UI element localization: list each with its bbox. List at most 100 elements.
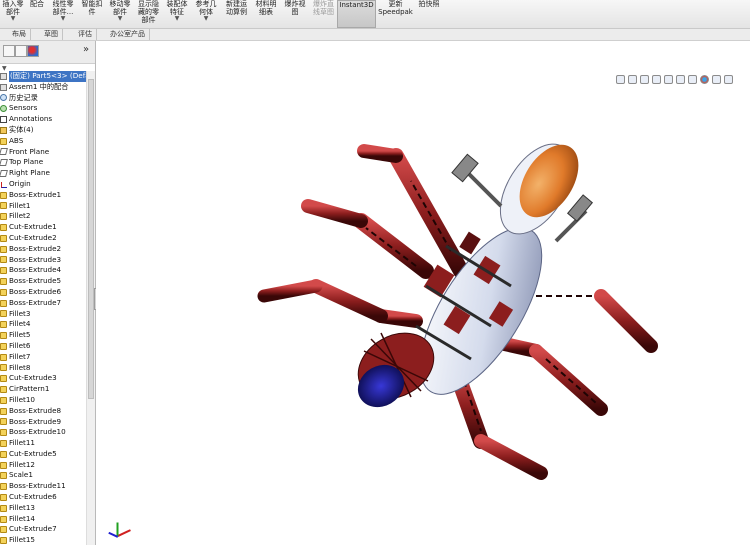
tree-item[interactable]: Fillet14: [0, 514, 86, 525]
command-tab[interactable]: 布局: [8, 29, 31, 40]
command-tab[interactable]: 评估: [74, 29, 97, 40]
tree-item[interactable]: ABS: [0, 136, 86, 147]
tree-item[interactable]: Cut-Extrude3: [0, 373, 86, 384]
appearance-tab-icon[interactable]: [27, 45, 39, 57]
tree-item[interactable]: Boss-Extrude4: [0, 265, 86, 276]
spider-robot-model[interactable]: [96, 41, 750, 545]
tree-item[interactable]: Boss-Extrude5: [0, 276, 86, 287]
zoom-area-icon[interactable]: [628, 75, 637, 84]
tree-item[interactable]: Fillet7: [0, 352, 86, 363]
tree-item[interactable]: Cut-Extrude2: [0, 233, 86, 244]
scrollbar-thumb[interactable]: [88, 79, 94, 399]
tree-item[interactable]: Fillet15: [0, 535, 86, 545]
ribbon-button[interactable]: 移动零 部件 ▼: [106, 0, 134, 28]
previous-view-icon[interactable]: [640, 75, 649, 84]
property-manager-tab-icon[interactable]: [15, 45, 27, 57]
leg-mid-right-upper[interactable]: [509, 289, 658, 353]
chevron-down-icon[interactable]: ▼: [175, 16, 180, 22]
tree-item[interactable]: Fillet1: [0, 201, 86, 212]
leg-mid-left-lower[interactable]: [257, 279, 423, 328]
tree-item[interactable]: Fillet11: [0, 438, 86, 449]
tree-item-label: Fillet12: [9, 459, 35, 469]
tree-item[interactable]: Boss-Extrude9: [0, 417, 86, 428]
tree-item[interactable]: Cut-Extrude7: [0, 524, 86, 535]
ribbon-button[interactable]: 装配体 特征 ▼: [163, 0, 191, 28]
tree-item[interactable]: Origin: [0, 179, 86, 190]
leg-mid-left-upper[interactable]: [301, 199, 434, 279]
ribbon-button[interactable]: 显示隐 藏的零 部件: [134, 0, 163, 28]
tree-item[interactable]: Boss-Extrude7: [0, 298, 86, 309]
tree-item[interactable]: Boss-Extrude6: [0, 287, 86, 298]
plane-icon: [0, 148, 8, 156]
tree-item[interactable]: Fillet5: [0, 330, 86, 341]
tree-item[interactable]: Cut-Extrude1: [0, 222, 86, 233]
tree-item[interactable]: Boss-Extrude1: [0, 190, 86, 201]
feat-icon: [0, 353, 7, 361]
ribbon-button[interactable]: Instant3D: [337, 0, 376, 28]
leg-rear-right[interactable]: [448, 363, 548, 480]
tree-item[interactable]: Boss-Extrude2: [0, 244, 86, 255]
chevron-down-icon[interactable]: ▼: [204, 16, 209, 22]
tree-item[interactable]: Fillet13: [0, 503, 86, 514]
tree-item[interactable]: Fillet6: [0, 341, 86, 352]
tree-item[interactable]: CirPattern1: [0, 384, 86, 395]
tree-item[interactable]: Boss-Extrude11: [0, 481, 86, 492]
feat-icon: [0, 267, 7, 275]
chevron-down-icon[interactable]: ▼: [118, 16, 123, 22]
tree-item-label: CirPattern1: [9, 384, 50, 394]
tree-item[interactable]: Fillet12: [0, 460, 86, 471]
view-settings-icon[interactable]: [724, 75, 733, 84]
ribbon-button[interactable]: 参考几 何体 ▼: [191, 0, 221, 28]
expand-panel-icon[interactable]: »: [83, 44, 89, 55]
ribbon-button[interactable]: 拍快照: [415, 0, 443, 28]
tree-item[interactable]: (固定) Part5<3> (Defa: [0, 71, 86, 82]
tree-item[interactable]: 历史记录: [0, 93, 86, 104]
tree-item[interactable]: Boss-Extrude3: [0, 255, 86, 266]
section-view-icon[interactable]: [652, 75, 661, 84]
tree-item[interactable]: Fillet2: [0, 211, 86, 222]
ribbon-button[interactable]: 插入零 部件 ▼: [0, 0, 26, 28]
view-orientation-icon[interactable]: [664, 75, 673, 84]
feat-icon: [0, 375, 7, 383]
tree-item[interactable]: Right Plane: [0, 168, 86, 179]
tree-item-label: (固定) Part5<3> (Defa: [9, 71, 86, 82]
ribbon-button[interactable]: 爆炸视 图: [280, 0, 310, 28]
tree-item[interactable]: Fillet4: [0, 319, 86, 330]
apply-scene-icon[interactable]: [712, 75, 721, 84]
robot-head[interactable]: [451, 132, 594, 246]
ribbon-button[interactable]: 新建运 动算例: [221, 0, 252, 28]
feat-icon: [0, 332, 7, 340]
graphics-viewport[interactable]: [96, 41, 750, 545]
tree-item[interactable]: Fillet8: [0, 363, 86, 374]
ribbon-button[interactable]: 线性零 部件... ▼: [48, 0, 78, 28]
tree-item[interactable]: Boss-Extrude10: [0, 427, 86, 438]
tree-item[interactable]: Fillet3: [0, 309, 86, 320]
chevron-down-icon[interactable]: ▼: [61, 16, 66, 22]
command-tab[interactable]: 草图: [40, 29, 63, 40]
leg-mid-right-lower[interactable]: [484, 334, 608, 416]
tree-item[interactable]: 实体(4): [0, 125, 86, 136]
tree-item[interactable]: Boss-Extrude8: [0, 406, 86, 417]
feature-tree: (固定) Part5<3> (Defa Assem1 中的配合 历史记录 Sensor…: [0, 71, 86, 545]
tree-item[interactable]: Fillet10: [0, 395, 86, 406]
chevron-down-icon[interactable]: ▼: [11, 16, 16, 22]
ribbon-button[interactable]: 更新 Speedpak: [376, 0, 415, 28]
tree-item[interactable]: Cut-Extrude5: [0, 449, 86, 460]
ribbon-button[interactable]: 材料明 细表: [252, 0, 280, 28]
tree-item[interactable]: Scale1: [0, 470, 86, 481]
tree-item[interactable]: Front Plane: [0, 147, 86, 158]
edit-appearance-icon[interactable]: [700, 75, 709, 84]
tree-item[interactable]: Cut-Extrude6: [0, 492, 86, 503]
tree-item[interactable]: Top Plane: [0, 157, 86, 168]
zoom-to-fit-icon[interactable]: [616, 75, 625, 84]
tree-item[interactable]: Sensors: [0, 103, 86, 114]
ribbon-button[interactable]: 配合: [26, 0, 48, 28]
tree-item[interactable]: Assem1 中的配合: [0, 82, 86, 93]
ribbon-button[interactable]: 智能扣 件: [78, 0, 106, 28]
hide-show-icon[interactable]: [688, 75, 697, 84]
tree-item[interactable]: Annotations: [0, 114, 86, 125]
display-style-icon[interactable]: [676, 75, 685, 84]
command-tab[interactable]: 办公室产品: [106, 29, 150, 40]
feature-tree-tab-icon[interactable]: [3, 45, 15, 57]
ribbon-button[interactable]: 爆炸直 线草图: [310, 0, 337, 28]
